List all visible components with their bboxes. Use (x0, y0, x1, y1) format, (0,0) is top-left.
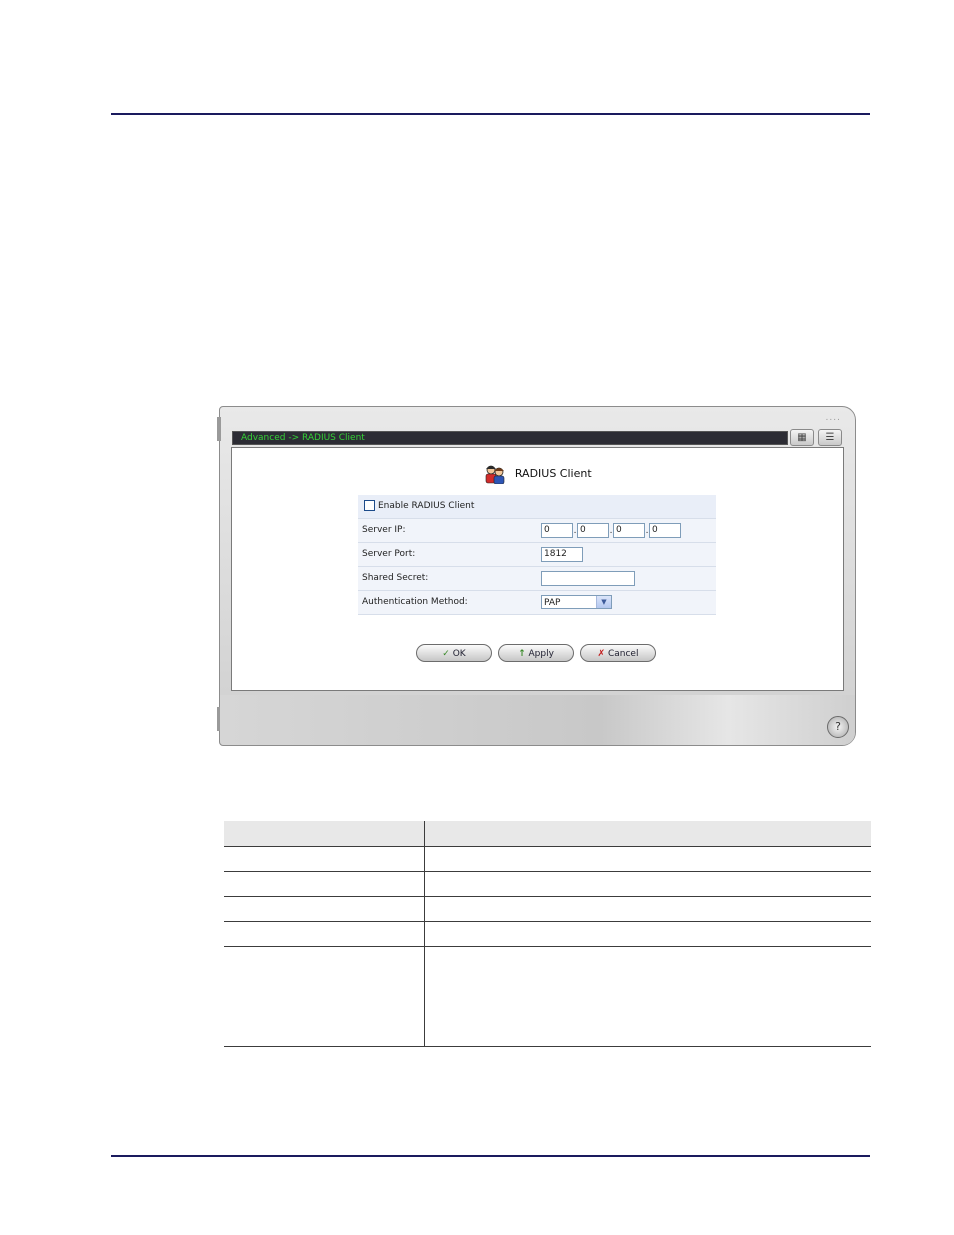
enable-radius-label: Enable RADIUS Client (378, 501, 475, 511)
server-port-row: Server Port: 1812 (358, 543, 716, 567)
server-ip-row: Server IP: 0.0.0.0 (358, 519, 716, 543)
server-port-label: Server Port: (362, 549, 416, 559)
ok-button[interactable]: ✓ OK (416, 644, 492, 662)
page-title: RADIUS Client (514, 467, 592, 480)
apply-button[interactable]: ↑ Apply (498, 644, 574, 662)
users-icon (486, 465, 505, 484)
auth-method-row: Authentication Method: PAP ▼ (358, 591, 716, 615)
menu-list-icon: ☰ (825, 432, 835, 443)
cancel-button[interactable]: ✗ Cancel (580, 644, 656, 662)
table-row (224, 946, 871, 1047)
x-icon: ✗ (597, 649, 606, 659)
shared-secret-input[interactable] (541, 571, 635, 586)
window-grip: .... (825, 413, 841, 423)
menu-list-button[interactable]: ☰ (818, 429, 842, 446)
auth-method-value: PAP (544, 598, 561, 608)
network-map-button[interactable]: ▦ (790, 429, 814, 446)
shared-secret-label: Shared Secret: (362, 573, 429, 583)
chevron-down-icon[interactable]: ▼ (596, 596, 611, 608)
check-icon: ✓ (442, 649, 450, 659)
help-button[interactable]: ? (827, 716, 849, 738)
enable-radius-checkbox[interactable]: Enable RADIUS Client (364, 500, 474, 511)
server-port-input[interactable]: 1812 (541, 547, 583, 562)
table-row (224, 871, 871, 897)
arrow-up-icon: ↑ (518, 649, 526, 659)
footer-rule (111, 1155, 870, 1157)
auth-method-select[interactable]: PAP ▼ (541, 595, 612, 609)
table-header-row (224, 821, 871, 847)
content-panel: RADIUS Client Enable RADIUS Client Serve… (231, 447, 844, 691)
help-icon: ? (835, 720, 841, 733)
network-map-icon: ▦ (797, 432, 807, 443)
enable-row: Enable RADIUS Client (358, 495, 716, 519)
table-row (224, 846, 871, 872)
app-window: .... Advanced -> RADIUS Client ▦ ☰ RADIU… (217, 406, 856, 746)
table-row (224, 921, 871, 947)
header-rule (111, 113, 870, 115)
fields-table (224, 821, 871, 1047)
breadcrumb-bar: Advanced -> RADIUS Client (232, 431, 788, 445)
server-ip-octet-3[interactable]: 0 (613, 523, 645, 538)
checkbox-box[interactable] (364, 500, 375, 511)
page-title-block: RADIUS Client (232, 464, 843, 484)
breadcrumb: Advanced -> RADIUS Client (241, 433, 365, 443)
shared-secret-row: Shared Secret: (358, 567, 716, 591)
server-ip-octet-2[interactable]: 0 (577, 523, 609, 538)
server-ip-group: 0.0.0.0 (541, 523, 681, 539)
auth-method-label: Authentication Method: (362, 597, 468, 607)
server-ip-label: Server IP: (362, 525, 406, 535)
window-left-notch (217, 417, 221, 441)
window-footer (220, 695, 855, 745)
server-ip-octet-4[interactable]: 0 (649, 523, 681, 538)
radius-form: Enable RADIUS Client Server IP: 0.0.0.0 … (358, 495, 716, 615)
server-ip-octet-1[interactable]: 0 (541, 523, 573, 538)
table-row (224, 896, 871, 922)
